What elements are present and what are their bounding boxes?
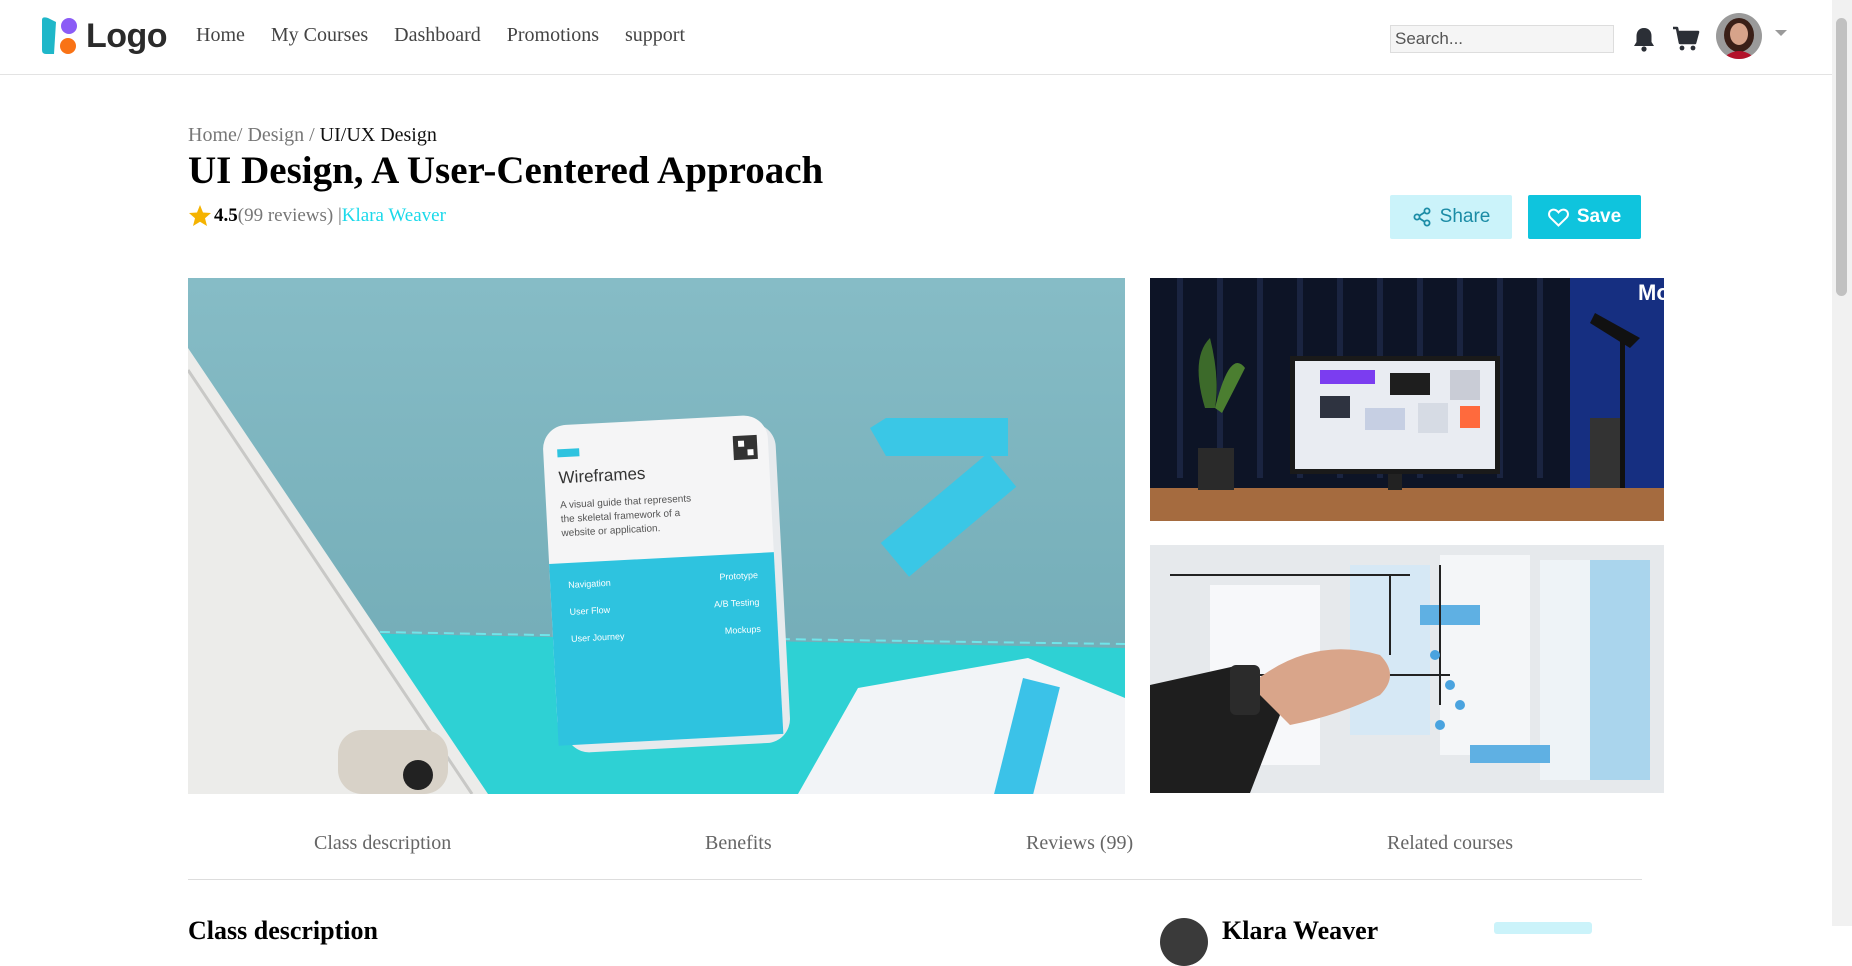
review-count: (99 reviews) | [237, 204, 342, 226]
scrollbar-thumb[interactable] [1836, 18, 1847, 296]
author-avatar[interactable] [1160, 918, 1208, 966]
nav-dashboard[interactable]: Dashboard [394, 24, 481, 47]
whiteboard-photo [1150, 545, 1664, 793]
course-main-image[interactable]: Wireframes A visual guide that represent… [188, 278, 1125, 794]
nav-promotions[interactable]: Promotions [507, 24, 599, 47]
breadcrumb-design[interactable]: Design / [247, 124, 314, 146]
desk-setup-photo: Mo [1150, 278, 1664, 521]
section-title-class-description: Class description [188, 916, 378, 945]
search-input[interactable] [1390, 25, 1614, 53]
cart-icon [1673, 26, 1700, 51]
breadcrumb: Home/ Design / UI/UX Design [188, 124, 437, 147]
author-link[interactable]: Klara Weaver [342, 205, 446, 227]
user-avatar[interactable] [1716, 13, 1762, 59]
save-button[interactable]: Save [1528, 195, 1641, 239]
tab-class-description[interactable]: Class description [314, 832, 451, 855]
notifications-button[interactable] [1629, 24, 1659, 54]
logo-text: Logo [86, 16, 168, 55]
star-icon [189, 205, 211, 226]
follow-button[interactable] [1494, 922, 1592, 934]
main-nav: Home My Courses Dashboard Promotions sup… [196, 24, 685, 47]
tab-reviews[interactable]: Reviews (99) [1026, 832, 1133, 855]
top-navbar: Logo Home My Courses Dashboard Promotion… [0, 0, 1832, 75]
tab-benefits[interactable]: Benefits [705, 832, 772, 855]
chevron-down-icon[interactable] [1774, 28, 1788, 38]
logo-icon [42, 17, 77, 54]
wireframes-card-photo: Wireframes A visual guide that represent… [188, 278, 1125, 794]
rating-value: 4.5 [214, 204, 238, 226]
author-name[interactable]: Klara Weaver [1222, 916, 1378, 946]
card-item-mockups: Mockups [725, 624, 762, 636]
cart-button[interactable] [1671, 24, 1701, 54]
heart-icon [1547, 208, 1569, 227]
sign-letters: Mo [1638, 280, 1664, 305]
page-title: UI Design, A User-Centered Approach [188, 149, 824, 192]
share-button[interactable]: Share [1390, 195, 1512, 239]
card-item-prototype: Prototype [719, 570, 758, 582]
breadcrumb-home[interactable]: Home/ [188, 124, 242, 146]
bell-icon [1634, 28, 1654, 52]
logo[interactable]: Logo [40, 16, 168, 56]
course-image-desk[interactable]: Mo [1150, 278, 1664, 521]
breadcrumb-current: UI/UX Design [319, 124, 437, 146]
nav-my-courses[interactable]: My Courses [271, 24, 368, 47]
course-image-whiteboard[interactable] [1150, 545, 1664, 793]
nav-home[interactable]: Home [196, 24, 245, 47]
nav-support[interactable]: support [625, 24, 685, 47]
share-label: Share [1439, 206, 1491, 227]
course-tabs: Class description Benefits Reviews (99) … [188, 826, 1642, 880]
save-label: Save [1576, 206, 1622, 227]
page-scrollbar[interactable] [1832, 0, 1852, 926]
course-meta: 4.5 (99 reviews) | Klara Weaver [188, 204, 446, 227]
avatar-image [1716, 13, 1762, 59]
tab-related-courses[interactable]: Related courses [1387, 832, 1513, 855]
share-icon [1413, 207, 1431, 227]
